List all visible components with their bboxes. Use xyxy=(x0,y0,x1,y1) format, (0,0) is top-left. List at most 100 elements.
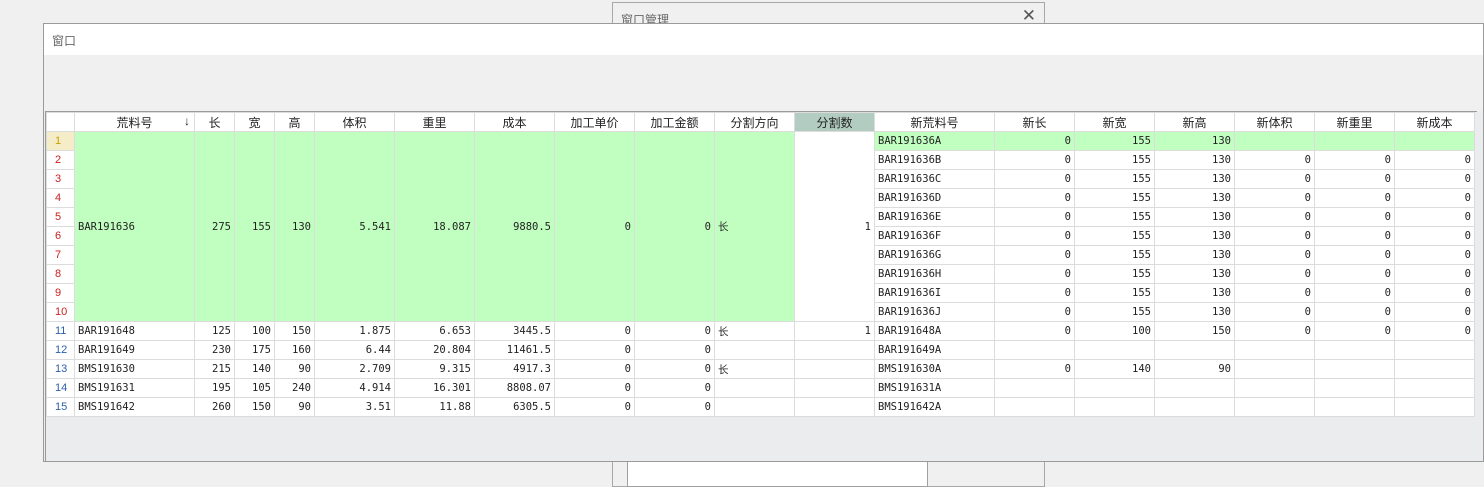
cell-new-length[interactable]: 0 xyxy=(994,150,1075,170)
cell-new-volume[interactable] xyxy=(1234,378,1315,398)
column-header-new-width[interactable]: 新宽 xyxy=(1074,112,1155,132)
cell-new-width[interactable]: 155 xyxy=(1074,207,1155,227)
cell-block-no[interactable]: BAR191648 xyxy=(74,321,195,341)
cell-height[interactable]: 240 xyxy=(274,378,315,398)
cell-new-length[interactable]: 0 xyxy=(994,283,1075,303)
cell-new-width[interactable] xyxy=(1074,340,1155,360)
cell-new-weight[interactable] xyxy=(1314,378,1395,398)
cell-split-direction[interactable]: 长 xyxy=(714,321,795,341)
cell-new-volume[interactable]: 0 xyxy=(1234,321,1315,341)
cell-new-weight[interactable]: 0 xyxy=(1314,169,1395,189)
cell-new-height[interactable]: 130 xyxy=(1154,283,1235,303)
cell-weight[interactable]: 20.804 xyxy=(394,340,475,360)
cell-new-length[interactable]: 0 xyxy=(994,302,1075,322)
cell-length[interactable]: 215 xyxy=(194,359,235,379)
column-header-new-length[interactable]: 新长 xyxy=(994,112,1075,132)
cell-length[interactable]: 260 xyxy=(194,397,235,417)
cell-split-count[interactable] xyxy=(794,378,875,398)
cell-length[interactable]: 195 xyxy=(194,378,235,398)
cell-new-weight[interactable]: 0 xyxy=(1314,321,1395,341)
cell-new-cost[interactable]: 0 xyxy=(1394,302,1475,322)
cell-new-height[interactable]: 130 xyxy=(1154,169,1235,189)
column-header-new-cost[interactable]: 新成本 xyxy=(1394,112,1475,132)
cell-new-length[interactable]: 0 xyxy=(994,169,1075,189)
cell-new-volume[interactable]: 0 xyxy=(1234,264,1315,284)
cell-new-length[interactable]: 0 xyxy=(994,226,1075,246)
column-header-new-volume[interactable]: 新体积 xyxy=(1234,112,1315,132)
cell-new-volume[interactable] xyxy=(1234,340,1315,360)
table-row[interactable]: 14 BMS191631 195 105 240 4.914 16.301 8808.07 0 0… xyxy=(46,378,1475,398)
cell-new-length[interactable]: 0 xyxy=(994,188,1075,208)
cell-width[interactable]: 175 xyxy=(234,340,275,360)
cell-new-weight[interactable]: 0 xyxy=(1314,264,1395,284)
cell-new-width[interactable] xyxy=(1074,397,1155,417)
cell-block-no[interactable]: BMS191642 xyxy=(74,397,195,417)
cell-process-amount[interactable]: 0 xyxy=(634,397,715,417)
cell-new-width[interactable]: 155 xyxy=(1074,264,1155,284)
cell-width[interactable]: 150 xyxy=(234,397,275,417)
cell-new-volume[interactable] xyxy=(1234,359,1315,379)
cell-new-cost[interactable]: 0 xyxy=(1394,321,1475,341)
cell-split-count[interactable] xyxy=(794,397,875,417)
row-number[interactable]: 9 xyxy=(46,283,75,303)
cell-new-width[interactable]: 155 xyxy=(1074,131,1155,151)
cell-new-block-no[interactable]: BAR191636B xyxy=(874,150,995,170)
cell-new-volume[interactable]: 0 xyxy=(1234,226,1315,246)
cell-cost[interactable]: 8808.07 xyxy=(474,378,555,398)
cell-new-cost[interactable]: 0 xyxy=(1394,264,1475,284)
cell-new-height[interactable]: 130 xyxy=(1154,207,1235,227)
cell-new-block-no[interactable]: BAR191636F xyxy=(874,226,995,246)
cell-new-cost[interactable] xyxy=(1394,397,1475,417)
column-header-split-direction[interactable]: 分割方向 xyxy=(714,112,795,132)
cell-new-height[interactable]: 130 xyxy=(1154,226,1235,246)
cell-new-volume[interactable]: 0 xyxy=(1234,150,1315,170)
cell-new-height[interactable] xyxy=(1154,397,1235,417)
cell-new-cost[interactable]: 0 xyxy=(1394,283,1475,303)
cell-height[interactable]: 130 xyxy=(274,131,315,322)
cell-new-height[interactable]: 130 xyxy=(1154,150,1235,170)
cell-split-direction[interactable]: 长 xyxy=(714,359,795,379)
cell-new-height[interactable]: 130 xyxy=(1154,264,1235,284)
cell-new-height[interactable]: 130 xyxy=(1154,131,1235,151)
cell-volume[interactable]: 4.914 xyxy=(314,378,395,398)
cell-new-volume[interactable]: 0 xyxy=(1234,302,1315,322)
cell-weight[interactable]: 16.301 xyxy=(394,378,475,398)
row-number[interactable]: 3 xyxy=(46,169,75,189)
cell-process-amount[interactable]: 0 xyxy=(634,321,715,341)
cell-new-width[interactable]: 155 xyxy=(1074,302,1155,322)
cell-block-no[interactable]: BMS191631 xyxy=(74,378,195,398)
cell-new-length[interactable]: 0 xyxy=(994,245,1075,265)
row-number[interactable]: 1 xyxy=(46,131,75,151)
cell-unit-price[interactable]: 0 xyxy=(554,397,635,417)
table-row[interactable]: 1 BAR191636 275 155 130 5.541 18.087 9880.5 0 0 长 1… xyxy=(46,131,1475,322)
cell-new-block-no[interactable]: BAR191636G xyxy=(874,245,995,265)
cell-new-weight[interactable] xyxy=(1314,397,1395,417)
cell-new-length[interactable]: 0 xyxy=(994,321,1075,341)
cell-new-volume[interactable] xyxy=(1234,131,1315,151)
cell-split-direction[interactable] xyxy=(714,340,795,360)
row-number[interactable]: 2 xyxy=(46,150,75,170)
cell-new-width[interactable]: 155 xyxy=(1074,169,1155,189)
cell-new-volume[interactable]: 0 xyxy=(1234,245,1315,265)
cell-length[interactable]: 230 xyxy=(194,340,235,360)
cell-process-amount[interactable]: 0 xyxy=(634,340,715,360)
cell-new-weight[interactable] xyxy=(1314,131,1395,151)
cell-new-height[interactable]: 130 xyxy=(1154,245,1235,265)
column-header-cost[interactable]: 成本 xyxy=(474,112,555,132)
cell-new-weight[interactable]: 0 xyxy=(1314,283,1395,303)
row-number[interactable]: 4 xyxy=(46,188,75,208)
cell-new-cost[interactable]: 0 xyxy=(1394,169,1475,189)
column-header-new-height[interactable]: 新高 xyxy=(1154,112,1235,132)
column-header-weight[interactable]: 重里 xyxy=(394,112,475,132)
row-number[interactable]: 10 xyxy=(46,302,75,322)
cell-height[interactable]: 90 xyxy=(274,397,315,417)
table-row[interactable]: 11 BAR191648 125 100 150 1.875 6.653 3445.5 0 0 长 1… xyxy=(46,321,1475,341)
cell-new-weight[interactable]: 0 xyxy=(1314,150,1395,170)
cell-new-width[interactable]: 100 xyxy=(1074,321,1155,341)
cell-split-direction[interactable] xyxy=(714,397,795,417)
cell-unit-price[interactable]: 0 xyxy=(554,131,635,322)
cell-length[interactable]: 125 xyxy=(194,321,235,341)
cell-new-block-no[interactable]: BAR191636E xyxy=(874,207,995,227)
cell-new-cost[interactable] xyxy=(1394,131,1475,151)
cell-new-volume[interactable]: 0 xyxy=(1234,169,1315,189)
